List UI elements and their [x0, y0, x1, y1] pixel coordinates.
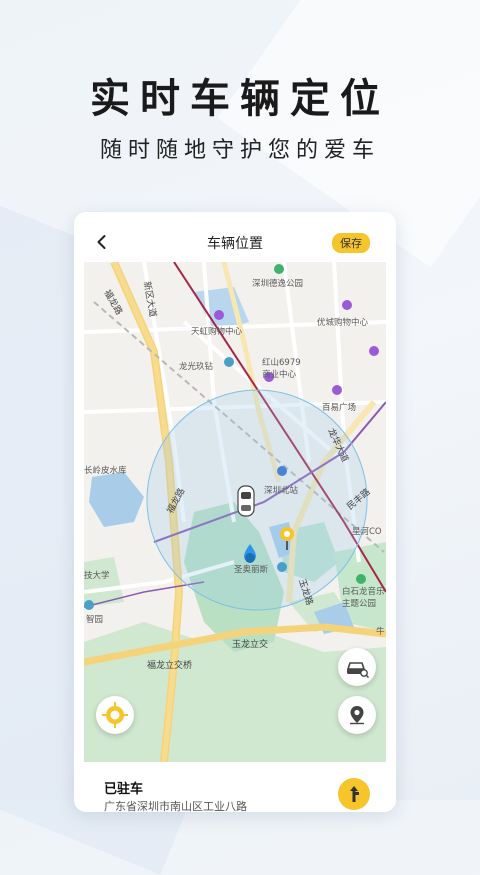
poi-label: 红山6979: [262, 357, 301, 368]
poi-label: 圣奥丽斯: [234, 564, 269, 575]
location-pin-icon: [350, 706, 364, 725]
poi-label: 深圳德逸公园: [252, 278, 303, 289]
poi-label: 星河CO: [352, 526, 382, 537]
reservoir: [89, 472, 144, 527]
map-view[interactable]: 深圳德逸公园 天虹购物中心 优城购物中心 龙光玖钻 红山6979 商业中心 百易…: [84, 262, 386, 762]
poi-label: 技大学: [84, 570, 110, 581]
vehicle-info-panel: 已驻车 广东省深圳市南山区工业八路: [84, 762, 386, 812]
poi-label: 百易广场: [322, 402, 356, 413]
save-button[interactable]: 保存: [332, 233, 370, 253]
car-search-icon: [346, 662, 369, 678]
poi-label: 长岭皮水库: [84, 465, 127, 476]
road-label: 玉龙立交: [232, 638, 268, 650]
phone-frame: 车辆位置 保存 深圳德逸公园 天虹购物中心 优城购物中心 龙光玖钻 红山6979…: [74, 212, 396, 812]
navigation-arrow-icon: [350, 786, 359, 802]
poi-label: 牛: [376, 626, 385, 637]
nav-bar: 车辆位置 保存: [84, 222, 386, 262]
hero-subtitle: 随时随地守护您的爱车: [99, 138, 380, 163]
vehicle-address: 广东省深圳市南山区工业八路: [104, 800, 247, 812]
chevron-left-icon[interactable]: [92, 232, 112, 252]
poi-label: 智园: [86, 614, 103, 625]
poi-label: 深圳北站: [264, 485, 299, 496]
poi-label: 龙光玖钻: [179, 361, 214, 372]
poi-label: 主题公园: [342, 598, 376, 609]
poi-label: 商业中心: [262, 369, 297, 380]
location-button[interactable]: [338, 696, 376, 734]
green-area: [84, 557, 124, 607]
locate-button[interactable]: [96, 696, 134, 734]
app-screen: 车辆位置 保存 深圳德逸公园 天虹购物中心 优城购物中心 龙光玖钻 红山6979…: [84, 222, 386, 812]
poi-label: 白石龙音乐: [342, 586, 385, 597]
car-marker[interactable]: [237, 485, 255, 517]
road-label: 福龙立交桥: [147, 659, 192, 671]
poi-label: 天虹购物中心: [191, 326, 243, 337]
hero-title: 实时车辆定位: [90, 76, 390, 122]
poi-label: 优城购物中心: [317, 317, 369, 328]
locate-target-icon: [102, 702, 128, 728]
car-search-button[interactable]: [338, 648, 376, 686]
vehicle-status: 已驻车: [104, 782, 144, 797]
road-label: 新区大道: [141, 280, 159, 318]
navigate-button[interactable]: [338, 778, 370, 810]
